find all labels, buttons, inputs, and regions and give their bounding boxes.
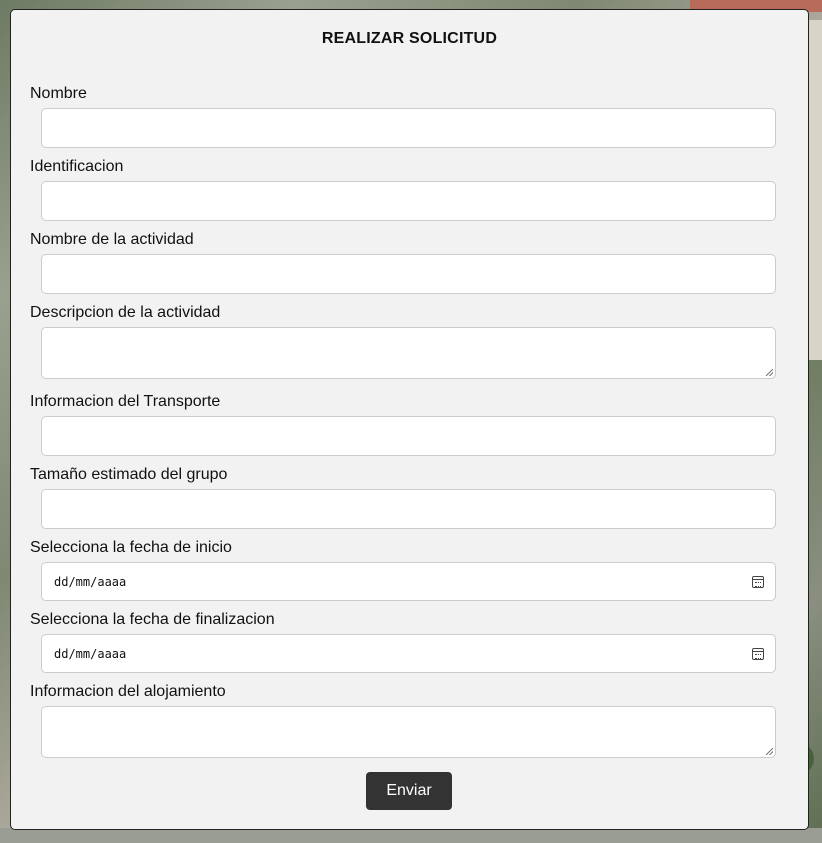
transport-info-label: Informacion del Transporte	[30, 393, 221, 410]
request-form-card: REALIZAR SOLICITUD Nombre Identificacion…	[10, 9, 809, 830]
name-input[interactable]	[41, 108, 776, 148]
name-label: Nombre	[30, 85, 87, 102]
submit-button[interactable]: Enviar	[366, 772, 452, 810]
resize-grip-icon[interactable]	[766, 748, 773, 755]
background-road	[0, 828, 822, 843]
calendar-icon[interactable]	[752, 576, 764, 588]
calendar-icon[interactable]	[752, 648, 764, 660]
start-date-label: Selecciona la fecha de inicio	[30, 539, 232, 556]
background-building	[808, 20, 822, 360]
start-date-placeholder: dd/mm/aaaa	[54, 575, 127, 589]
activity-description-textarea[interactable]	[41, 327, 776, 379]
form-title: REALIZAR SOLICITUD	[321, 30, 498, 47]
end-date-input[interactable]: dd/mm/aaaa	[41, 634, 776, 673]
resize-grip-icon[interactable]	[766, 369, 773, 376]
accommodation-info-textarea[interactable]	[41, 706, 776, 758]
identification-label: Identificacion	[30, 158, 124, 175]
accommodation-info-label: Informacion del alojamiento	[30, 683, 226, 700]
group-size-input[interactable]	[41, 489, 776, 529]
transport-info-input[interactable]	[41, 416, 776, 456]
activity-name-label: Nombre de la actividad	[30, 231, 194, 248]
end-date-placeholder: dd/mm/aaaa	[54, 647, 127, 661]
activity-description-label: Descripcion de la actividad	[30, 304, 221, 321]
start-date-input[interactable]: dd/mm/aaaa	[41, 562, 776, 601]
end-date-label: Selecciona la fecha de finalizacion	[30, 611, 275, 628]
activity-name-input[interactable]	[41, 254, 776, 294]
group-size-label: Tamaño estimado del grupo	[30, 466, 228, 483]
identification-input[interactable]	[41, 181, 776, 221]
